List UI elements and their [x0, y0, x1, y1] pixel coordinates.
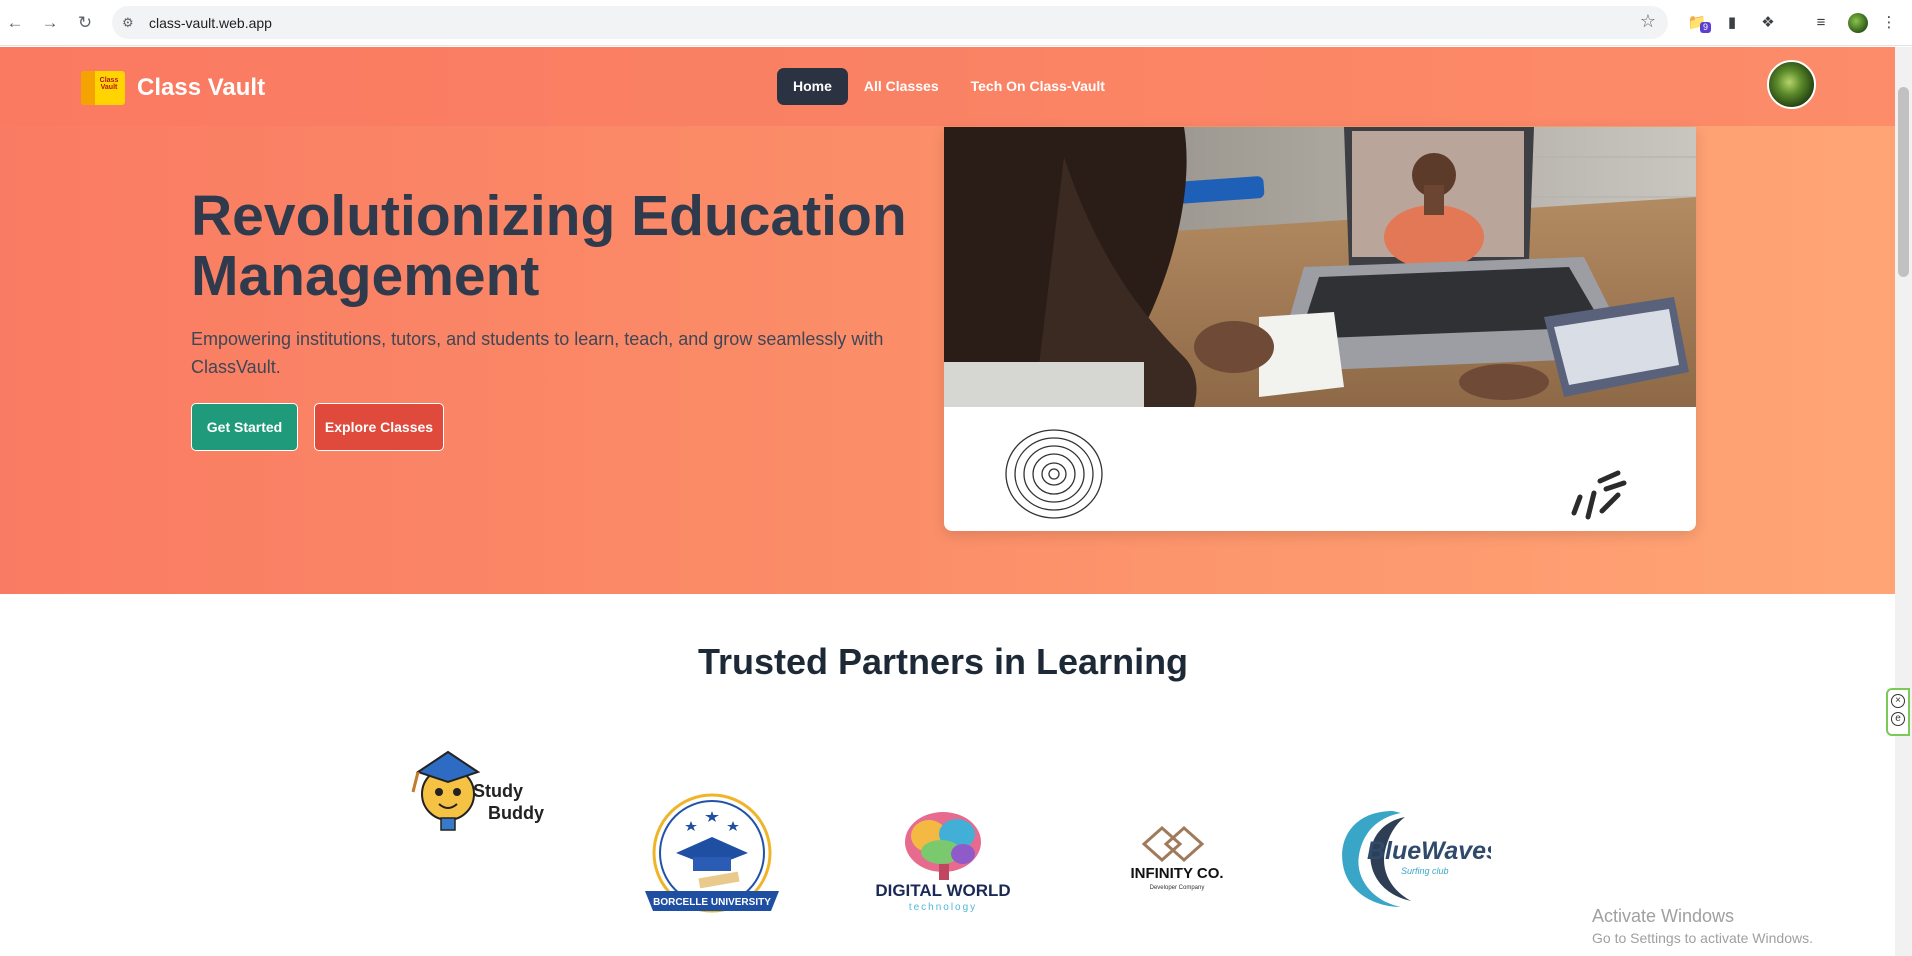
study-buddy-bulb-icon: Study Buddy	[411, 750, 544, 831]
partner-logo-study-buddy: Study Buddy	[403, 742, 553, 882]
extension-badge: 9	[1700, 22, 1712, 33]
browser-toolbar: ← → ↻ ⚙ class-vault.web.app ☆ 📁 9 ▮ ❖ ≡ ⋮	[0, 0, 1912, 46]
forward-arrow-icon[interactable]: →	[39, 12, 61, 34]
browser-profile-avatar[interactable]	[1848, 13, 1868, 33]
logo-text: Class Vault	[99, 77, 119, 91]
concentric-circles-decoration	[1005, 429, 1103, 519]
page-scrollbar[interactable]	[1895, 47, 1912, 956]
nav-tech-on-class-vault[interactable]: Tech On Class-Vault	[955, 68, 1121, 105]
get-started-button[interactable]: Get Started	[191, 403, 298, 451]
spark-lines-decoration	[1571, 470, 1627, 520]
brand-name: Class Vault	[137, 74, 266, 101]
digital-world-sub: technology	[909, 902, 977, 913]
explore-classes-button[interactable]: Explore Classes	[314, 403, 444, 451]
digital-world-text: DIGITAL WORLD	[875, 881, 1010, 900]
nav-home[interactable]: Home	[777, 68, 848, 105]
partners-heading: Trusted Partners in Learning	[697, 641, 1189, 682]
class-vault-logo: Class Vault	[81, 71, 125, 105]
nav-all-classes[interactable]: All Classes	[848, 68, 955, 105]
hero-image-card	[944, 127, 1696, 531]
side-extension-widget[interactable]: × e	[1886, 688, 1910, 736]
partner-logo-borcelle-university: BORCELLE UNIVERSITY	[641, 791, 783, 931]
partner-logo-bluewaves: BlueWaves Surfing club	[1331, 803, 1491, 943]
student-laptop-photo	[944, 127, 1696, 407]
user-avatar[interactable]	[1767, 60, 1816, 109]
partner-logo-infinity-co: INFINITY CO. Developer Company	[1122, 822, 1232, 956]
reload-icon[interactable]: ↻	[74, 12, 96, 34]
brand-link[interactable]: Class Vault Class Vault	[81, 70, 265, 106]
main-menu: Home All Classes Tech On Class-Vault	[777, 68, 1121, 105]
hero-title: Revolutionizing Education Management	[191, 184, 907, 308]
bluewaves-text: BlueWaves	[1367, 837, 1491, 865]
windows-activation-title: Activate Windows	[1592, 906, 1735, 926]
study-buddy-line1: Study	[473, 781, 523, 801]
borcelle-text: BORCELLE UNIVERSITY	[653, 897, 771, 908]
site-settings-icon[interactable]: ⚙	[122, 14, 140, 32]
windows-activation-hint: Go to Settings to activate Windows.	[1592, 930, 1813, 946]
browser-menu-icon[interactable]: ⋮	[1878, 12, 1900, 34]
infinity-co-diamond-icon: INFINITY CO. Developer Company	[1130, 825, 1224, 891]
infinity-co-sub: Developer Company	[1150, 885, 1205, 891]
address-bar[interactable]: ⚙ class-vault.web.app ☆	[112, 6, 1668, 39]
partner-logo-digital-world: DIGITAL WORLD technology	[871, 804, 1015, 944]
bookmark-star-icon[interactable]: ☆	[1640, 11, 1656, 32]
hero-section: Class Vault Class Vault Home All Classes…	[0, 47, 1895, 594]
scrollbar-thumb[interactable]	[1898, 87, 1909, 277]
url-text[interactable]: class-vault.web.app	[149, 15, 272, 31]
borcelle-crest-icon: BORCELLE UNIVERSITY	[645, 793, 779, 913]
digital-world-brain-icon: DIGITAL WORLD technology	[875, 812, 1011, 913]
site-navbar: Class Vault Class Vault Home All Classes…	[0, 47, 1895, 126]
page-viewport: Class Vault Class Vault Home All Classes…	[0, 47, 1895, 956]
back-arrow-icon[interactable]: ←	[4, 12, 26, 34]
extension-folder-icon[interactable]: 📁 9	[1686, 12, 1712, 34]
study-buddy-line2: Buddy	[488, 803, 544, 823]
extension-dark-icon[interactable]: ▮	[1721, 12, 1743, 34]
infinity-co-text: INFINITY CO.	[1130, 865, 1223, 882]
bluewaves-wave-icon: BlueWaves Surfing club	[1342, 811, 1491, 907]
extensions-puzzle-icon[interactable]: ❖	[1757, 12, 1779, 34]
widget-e-icon[interactable]: e	[1891, 712, 1905, 726]
bluewaves-sub: Surfing club	[1401, 866, 1449, 876]
close-widget-icon[interactable]: ×	[1891, 694, 1905, 708]
reading-list-icon[interactable]: ≡	[1810, 12, 1832, 34]
hero-subtitle: Empowering institutions, tutors, and stu…	[191, 329, 884, 377]
